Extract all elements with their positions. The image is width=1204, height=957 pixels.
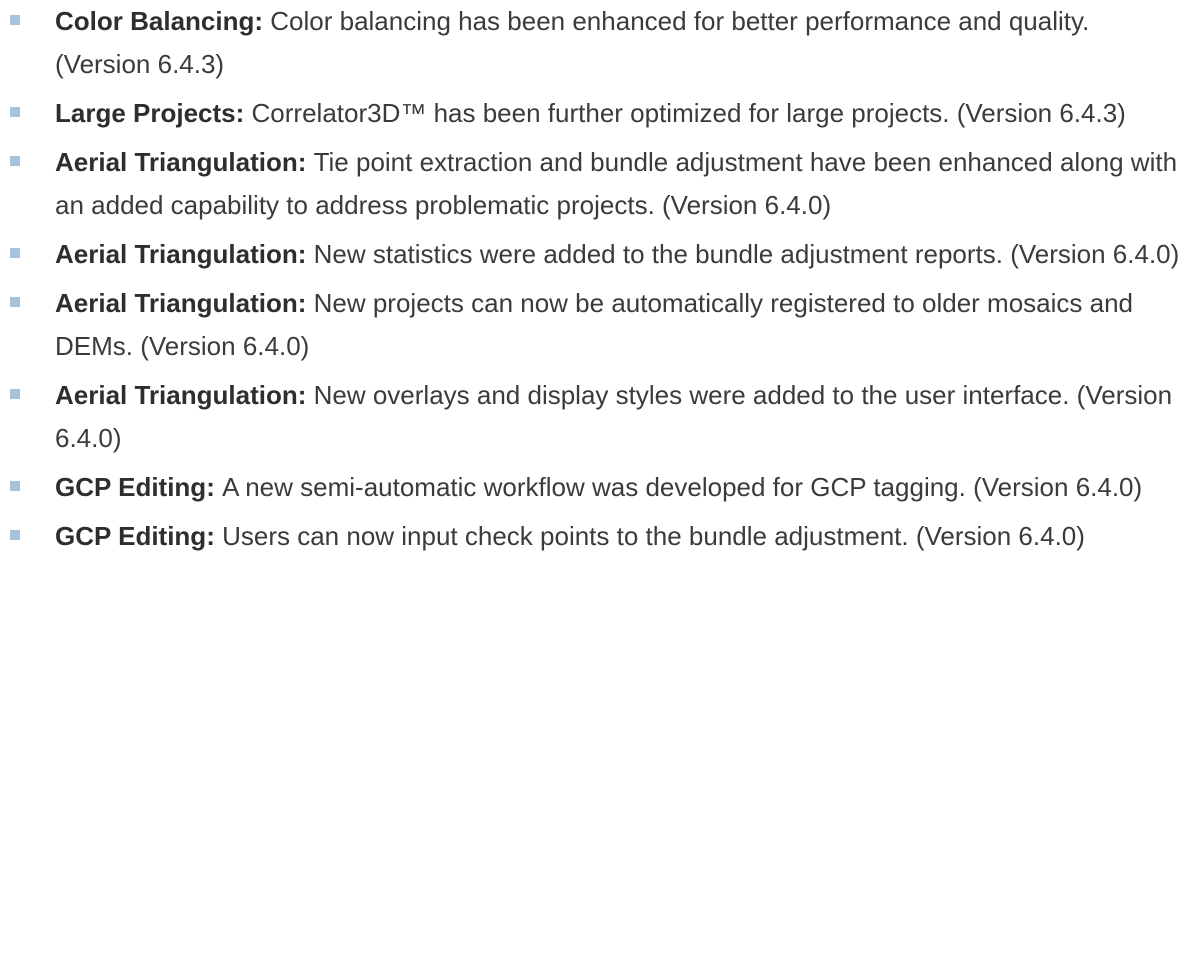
list-item: Aerial Triangulation: New overlays and di… <box>0 374 1180 460</box>
square-bullet-icon <box>10 156 20 166</box>
square-bullet-icon <box>10 481 20 491</box>
list-item: GCP Editing: A new semi-automatic workflo… <box>0 466 1180 509</box>
feature-category: Aerial Triangulation: <box>55 380 307 410</box>
list-item: GCP Editing: Users can now input check po… <box>0 515 1180 558</box>
list-item: Aerial Triangulation: New statistics were… <box>0 233 1180 276</box>
square-bullet-icon <box>10 530 20 540</box>
feature-description: A new semi-automatic workflow was develo… <box>222 472 1143 502</box>
list-item: Color Balancing: Color balancing has been… <box>0 0 1180 86</box>
feature-category: Large Projects: <box>55 98 245 128</box>
feature-category: GCP Editing: <box>55 472 215 502</box>
feature-category: Aerial Triangulation: <box>55 288 307 318</box>
list-item: Aerial Triangulation: New projects can no… <box>0 282 1180 368</box>
list-item: Aerial Triangulation: Tie point extractio… <box>0 141 1180 227</box>
feature-category: GCP Editing: <box>55 521 215 551</box>
square-bullet-icon <box>10 297 20 307</box>
feature-description: New statistics were added to the bundle … <box>313 239 1180 269</box>
feature-list: Color Balancing: Color balancing has been… <box>0 0 1204 558</box>
feature-category: Aerial Triangulation: <box>55 147 307 177</box>
list-item: Large Projects: Correlator3D™ has been fu… <box>0 92 1180 135</box>
release-notes-document: Color Balancing: Color balancing has been… <box>0 0 1204 564</box>
square-bullet-icon <box>10 15 20 25</box>
feature-category: Color Balancing: <box>55 6 264 36</box>
square-bullet-icon <box>10 107 20 117</box>
feature-description: Users can now input check points to the … <box>222 521 1085 551</box>
feature-description: Correlator3D™ has been further optimized… <box>251 98 1126 128</box>
feature-category: Aerial Triangulation: <box>55 239 307 269</box>
square-bullet-icon <box>10 248 20 258</box>
square-bullet-icon <box>10 389 20 399</box>
